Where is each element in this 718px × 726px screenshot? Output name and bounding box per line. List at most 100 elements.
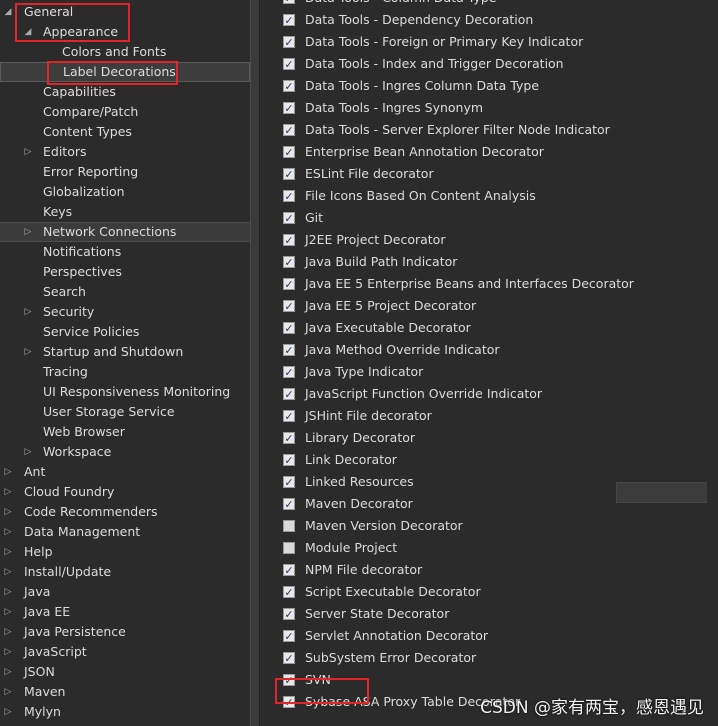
- decorator-row[interactable]: ✓ File Icons Based On Content Analysis: [260, 186, 718, 206]
- decorator-row[interactable]: ✓ Java Type Indicator: [260, 362, 718, 382]
- collapse-arrow-icon[interactable]: ▷: [3, 582, 13, 602]
- tree-item-general[interactable]: ◢ General: [0, 2, 250, 22]
- collapse-arrow-icon[interactable]: ▷: [3, 642, 13, 662]
- collapse-arrow-icon[interactable]: ▷: [3, 502, 13, 522]
- tree-item-mylyn[interactable]: ▷ Mylyn: [0, 702, 250, 722]
- checkbox-unchecked-icon[interactable]: ✓: [283, 520, 295, 532]
- tree-item-appearance[interactable]: ◢ Appearance: [0, 22, 250, 42]
- tree-item-service-policies[interactable]: Service Policies: [0, 322, 250, 342]
- checkbox-checked-icon[interactable]: ✓: [283, 388, 295, 400]
- tree-item-java-ee[interactable]: ▷ Java EE: [0, 602, 250, 622]
- collapse-arrow-icon[interactable]: ▷: [3, 602, 13, 622]
- decorator-row[interactable]: ✓ Server State Decorator: [260, 604, 718, 624]
- tree-item-user-storage-service[interactable]: User Storage Service: [0, 402, 250, 422]
- tree-item-compare-patch[interactable]: Compare/Patch: [0, 102, 250, 122]
- expand-arrow-icon[interactable]: ◢: [23, 22, 33, 42]
- tree-item-workspace[interactable]: ▷ Workspace: [0, 442, 250, 462]
- checkbox-checked-icon[interactable]: ✓: [283, 300, 295, 312]
- tree-item-security[interactable]: ▷ Security: [0, 302, 250, 322]
- tree-item-notifications[interactable]: Notifications: [0, 242, 250, 262]
- decorator-row[interactable]: ✓ Java EE 5 Enterprise Beans and Interfac…: [260, 274, 718, 294]
- tree-item-editors[interactable]: ▷ Editors: [0, 142, 250, 162]
- decorator-row[interactable]: ✓ JSHint File decorator: [260, 406, 718, 426]
- decorator-row[interactable]: ✓ J2EE Project Decorator: [260, 230, 718, 250]
- tree-item-json[interactable]: ▷ JSON: [0, 662, 250, 682]
- decorator-row[interactable]: ✓ Data Tools - Column Data Type: [260, 0, 718, 8]
- decorator-row[interactable]: ✓ Java Executable Decorator: [260, 318, 718, 338]
- decorator-row[interactable]: ✓ SubSystem Error Decorator: [260, 648, 718, 668]
- tree-item-search[interactable]: Search: [0, 282, 250, 302]
- tree-item-java-persistence[interactable]: ▷ Java Persistence: [0, 622, 250, 642]
- tree-item-ui-responsiveness-monitoring[interactable]: UI Responsiveness Monitoring: [0, 382, 250, 402]
- collapse-arrow-icon[interactable]: ▷: [3, 702, 13, 722]
- decorator-row[interactable]: ✓ Enterprise Bean Annotation Decorator: [260, 142, 718, 162]
- tree-item-tracing[interactable]: Tracing: [0, 362, 250, 382]
- tree-item-network-connections[interactable]: ▷ Network Connections: [0, 222, 250, 242]
- tree-item-ant[interactable]: ▷ Ant: [0, 462, 250, 482]
- checkbox-checked-icon[interactable]: ✓: [283, 410, 295, 422]
- tree-item-data-management[interactable]: ▷ Data Management: [0, 522, 250, 542]
- checkbox-checked-icon[interactable]: ✓: [283, 454, 295, 466]
- collapse-arrow-icon[interactable]: ▷: [3, 622, 13, 642]
- decorator-row[interactable]: ✓ JavaScript Function Override Indicator: [260, 384, 718, 404]
- tree-item-java[interactable]: ▷ Java: [0, 582, 250, 602]
- checkbox-checked-icon[interactable]: ✓: [283, 80, 295, 92]
- tree-item-content-types[interactable]: Content Types: [0, 122, 250, 142]
- checkbox-checked-icon[interactable]: ✓: [283, 674, 295, 686]
- collapse-arrow-icon[interactable]: ▷: [3, 662, 13, 682]
- collapse-arrow-icon[interactable]: ▷: [23, 302, 33, 322]
- decorator-row[interactable]: ✓ Data Tools - Index and Trigger Decorati…: [260, 54, 718, 74]
- collapse-arrow-icon[interactable]: ▷: [23, 142, 33, 162]
- collapse-arrow-icon[interactable]: ▷: [23, 442, 33, 462]
- checkbox-checked-icon[interactable]: ✓: [283, 14, 295, 26]
- collapse-arrow-icon[interactable]: ▷: [3, 562, 13, 582]
- checkbox-checked-icon[interactable]: ✓: [283, 564, 295, 576]
- decorator-row[interactable]: ✓ NPM File decorator: [260, 560, 718, 580]
- checkbox-checked-icon[interactable]: ✓: [283, 168, 295, 180]
- tree-item-javascript[interactable]: ▷ JavaScript: [0, 642, 250, 662]
- checkbox-checked-icon[interactable]: ✓: [283, 366, 295, 378]
- checkbox-checked-icon[interactable]: ✓: [283, 344, 295, 356]
- decorator-row[interactable]: ✓ Servlet Annotation Decorator: [260, 626, 718, 646]
- checkbox-checked-icon[interactable]: ✓: [283, 146, 295, 158]
- collapse-arrow-icon[interactable]: ▷: [23, 342, 33, 362]
- collapse-arrow-icon[interactable]: ▷: [3, 542, 13, 562]
- checkbox-checked-icon[interactable]: ✓: [283, 190, 295, 202]
- decorator-row[interactable]: ✓ Java Build Path Indicator: [260, 252, 718, 272]
- scrollbar[interactable]: [707, 0, 718, 726]
- checkbox-checked-icon[interactable]: ✓: [283, 0, 295, 4]
- decorator-row[interactable]: ✓ Java Method Override Indicator: [260, 340, 718, 360]
- tree-item-colors-and-fonts[interactable]: Colors and Fonts: [0, 42, 250, 62]
- expand-arrow-icon[interactable]: ◢: [3, 2, 13, 22]
- decorator-row[interactable]: ✓ SVN: [260, 670, 718, 690]
- decorator-row[interactable]: ✓ Maven Version Decorator: [260, 516, 718, 536]
- tree-item-web-browser[interactable]: Web Browser: [0, 422, 250, 442]
- tree-item-error-reporting[interactable]: Error Reporting: [0, 162, 250, 182]
- checkbox-checked-icon[interactable]: ✓: [283, 58, 295, 70]
- collapse-arrow-icon[interactable]: ▷: [3, 522, 13, 542]
- checkbox-checked-icon[interactable]: ✓: [283, 256, 295, 268]
- tree-item-install-update[interactable]: ▷ Install/Update: [0, 562, 250, 582]
- decorator-row[interactable]: ✓ Script Executable Decorator: [260, 582, 718, 602]
- tree-item-code-recommenders[interactable]: ▷ Code Recommenders: [0, 502, 250, 522]
- checkbox-checked-icon[interactable]: ✓: [283, 234, 295, 246]
- collapse-arrow-icon[interactable]: ▷: [3, 462, 13, 482]
- decorator-row[interactable]: ✓ Data Tools - Ingres Synonym: [260, 98, 718, 118]
- checkbox-checked-icon[interactable]: ✓: [283, 498, 295, 510]
- decorator-row[interactable]: ✓ Library Decorator: [260, 428, 718, 448]
- tree-item-keys[interactable]: Keys: [0, 202, 250, 222]
- checkbox-checked-icon[interactable]: ✓: [283, 322, 295, 334]
- tree-item-capabilities[interactable]: Capabilities: [0, 82, 250, 102]
- checkbox-checked-icon[interactable]: ✓: [283, 608, 295, 620]
- decorator-row[interactable]: ✓ Data Tools - Server Explorer Filter Nod…: [260, 120, 718, 140]
- checkbox-checked-icon[interactable]: ✓: [283, 212, 295, 224]
- tree-item-label-decorations[interactable]: Label Decorations: [0, 62, 250, 82]
- decorator-row[interactable]: ✓ Data Tools - Ingres Column Data Type: [260, 76, 718, 96]
- decorator-row[interactable]: ✓ ESLint File decorator: [260, 164, 718, 184]
- checkbox-unchecked-icon[interactable]: ✓: [283, 542, 295, 554]
- tree-item-globalization[interactable]: Globalization: [0, 182, 250, 202]
- tree-item-maven[interactable]: ▷ Maven: [0, 682, 250, 702]
- decorator-row[interactable]: ✓ Data Tools - Foreign or Primary Key Ind…: [260, 32, 718, 52]
- checkbox-checked-icon[interactable]: ✓: [283, 36, 295, 48]
- checkbox-checked-icon[interactable]: ✓: [283, 278, 295, 290]
